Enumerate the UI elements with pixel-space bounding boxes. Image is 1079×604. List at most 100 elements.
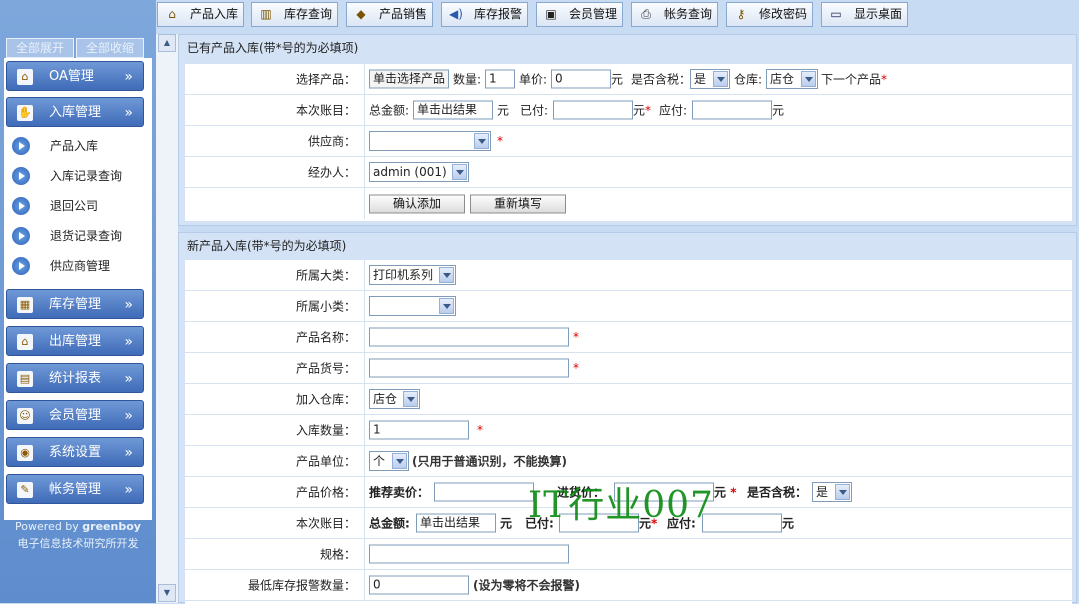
sidebar-section-settings[interactable]: ◉ 系统设置 » <box>6 437 144 467</box>
sidebar-section-members[interactable]: ☺ 会员管理 » <box>6 400 144 430</box>
toolbar-sales-button[interactable]: ◆ 产品销售 <box>346 2 433 27</box>
collapse-all-button[interactable]: 全部收缩 <box>76 38 144 58</box>
price-label: 单价: <box>519 72 548 87</box>
confirm-add-button[interactable]: 确认添加 <box>369 194 465 213</box>
sidebar-section-reports[interactable]: ▤ 统计报表 » <box>6 363 144 393</box>
purchase-price-unit: 元 * <box>714 485 737 500</box>
sidebar-section-accounts[interactable]: ✎ 帐务管理 » <box>6 474 144 504</box>
due-input[interactable] <box>692 100 772 120</box>
arrow-bullet-icon <box>12 197 30 215</box>
total-amount-field[interactable]: 单击出结果 <box>416 513 496 533</box>
subcategory-select[interactable] <box>369 296 456 316</box>
toolbar-members-button[interactable]: ▣ 会员管理 <box>536 2 623 27</box>
unit-note: (只用于普通识别，不能换算) <box>412 454 567 469</box>
chevron-down-icon <box>439 267 454 283</box>
blocks-icon: ▦ <box>17 297 33 313</box>
new-product-form: 所属大类： 打印机系列 所属小类： 产品名称： * 产品货号： * 加入仓库： … <box>185 260 1072 604</box>
field-label: 产品价格： <box>295 485 356 500</box>
speaker-icon: ◀) <box>449 7 463 21</box>
member-icon: ☺ <box>17 408 33 424</box>
form-row-subcategory: 所属小类： <box>185 291 1072 322</box>
unit-select[interactable]: 个 <box>369 451 409 471</box>
sidebar-section-label: 出库管理 <box>49 334 102 349</box>
chevron-right-icon: » <box>124 482 133 498</box>
toolbar-account-query-button[interactable]: ⎙ 帐务查询 <box>631 2 718 27</box>
category-select[interactable]: 打印机系列 <box>369 265 456 285</box>
chevron-right-icon: » <box>124 408 133 424</box>
arrow-bullet-icon <box>12 137 30 155</box>
sidebar-section-label: 帐务管理 <box>49 482 102 497</box>
sidebar-section-inventory[interactable]: ▦ 库存管理 » <box>6 289 144 319</box>
reset-button[interactable]: 重新填写 <box>470 194 566 213</box>
suggest-price-input[interactable] <box>434 482 534 502</box>
warehouse-select[interactable]: 店仓 <box>369 389 420 409</box>
toolbar-change-password-button[interactable]: ⚷ 修改密码 <box>726 2 813 27</box>
form-row-category: 所属大类： 打印机系列 <box>185 260 1072 291</box>
due-input[interactable] <box>702 513 782 533</box>
product-code-input[interactable] <box>369 358 569 378</box>
form-row-spec: 规格： <box>185 539 1072 570</box>
toolbar-show-desktop-button[interactable]: ▭ 显示桌面 <box>821 2 908 27</box>
desktop-icon: ▭ <box>830 7 842 21</box>
qty-input[interactable]: 1 <box>485 69 515 89</box>
sidebar-section-stock-in[interactable]: ✋ 入库管理 » <box>6 97 144 127</box>
operator-select[interactable]: admin (001) <box>369 162 469 182</box>
hand-icon: ✋ <box>17 105 33 121</box>
field-label: 最低库存报警数量： <box>247 578 356 593</box>
form-row-product-code: 产品货号： * <box>185 353 1072 384</box>
field-label: 产品名称： <box>295 330 356 345</box>
toolbar-product-in-button[interactable]: ⌂ 产品入库 <box>157 2 244 27</box>
field-label: 所属小类： <box>295 299 356 314</box>
product-name-input[interactable] <box>369 327 569 347</box>
toolbar-stock-alert-button[interactable]: ◀) 库存报警 <box>441 2 528 27</box>
min-stock-input[interactable]: 0 <box>369 575 469 595</box>
chevron-right-icon: » <box>124 69 133 85</box>
chevron-down-icon <box>392 453 407 469</box>
currency-label: 元 <box>500 516 513 531</box>
field-label: 入库数量： <box>295 423 356 438</box>
required-star: * <box>881 72 888 87</box>
chevron-right-icon: » <box>124 297 133 313</box>
chevron-down-icon <box>452 164 467 180</box>
scroll-up-icon[interactable]: ▲ <box>158 34 176 52</box>
panel-title: 新产品入库(带*号的为必填项) <box>187 239 347 253</box>
select-product-button[interactable]: 单击选择产品 <box>369 69 449 89</box>
next-product-link[interactable]: 下一个产品* <box>821 71 887 88</box>
tax-select[interactable]: 是 <box>812 482 852 502</box>
form-row-product-name: 产品名称： * <box>185 322 1072 353</box>
min-stock-note: (设为零将不会报警) <box>473 578 580 593</box>
supplier-select[interactable] <box>369 131 491 151</box>
spec-input[interactable] <box>369 544 569 564</box>
paid-label: 已付: <box>520 103 549 118</box>
paid-unit: 元* <box>633 103 652 118</box>
chevron-down-icon <box>474 133 489 149</box>
form-row-quantity: 入库数量： 1 * <box>185 415 1072 446</box>
warehouse-select[interactable]: 店仓 <box>766 69 818 89</box>
sidebar-section-oa[interactable]: ⌂ OA管理 » <box>6 61 144 91</box>
globe-icon: ◉ <box>17 445 33 461</box>
toolbar-stock-query-button[interactable]: ▥ 库存查询 <box>251 2 338 27</box>
quantity-input[interactable]: 1 <box>369 420 469 440</box>
arrow-bullet-icon <box>12 227 30 245</box>
sidebar-section-label: 库存管理 <box>49 297 102 312</box>
expand-all-button[interactable]: 全部展开 <box>6 38 74 58</box>
tax-label: 是否含税： <box>747 485 808 500</box>
chevron-right-icon: » <box>124 105 133 121</box>
card-icon: ▣ <box>545 7 557 21</box>
required-star: * <box>573 330 579 344</box>
field-label: 产品货号： <box>295 361 356 376</box>
required-star: * <box>497 134 503 148</box>
chevron-down-icon <box>439 298 454 314</box>
total-label: 总金额: <box>369 103 410 118</box>
total-amount-field[interactable]: 单击出结果 <box>413 100 493 120</box>
field-label: 产品单位： <box>295 454 356 469</box>
paid-input[interactable] <box>553 100 633 120</box>
home-icon: ⌂ <box>17 69 33 85</box>
vertical-scrollbar[interactable]: ▲ ▼ <box>156 34 178 603</box>
tax-select[interactable]: 是 <box>690 69 730 89</box>
price-input[interactable]: 0 <box>551 69 611 89</box>
sidebar-section-label: 会员管理 <box>49 408 102 423</box>
chevron-down-icon <box>835 484 850 500</box>
scroll-down-icon[interactable]: ▼ <box>158 584 176 602</box>
sidebar-section-stock-out[interactable]: ⌂ 出库管理 » <box>6 326 144 356</box>
